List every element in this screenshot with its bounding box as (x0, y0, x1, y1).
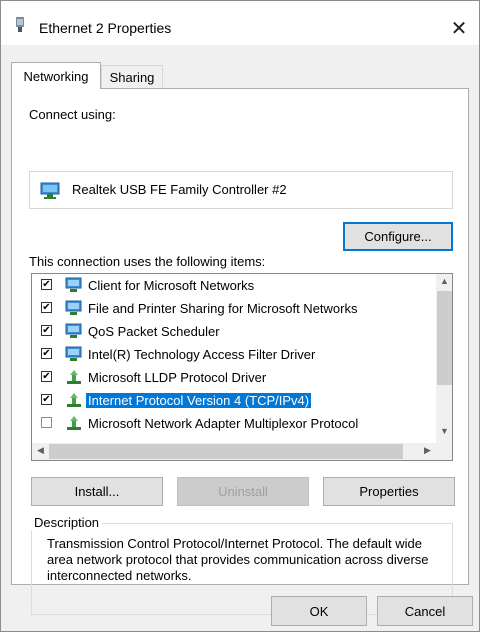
list-item[interactable]: ✔ Internet Protocol Version 4 (TCP/IPv4) (32, 389, 436, 412)
networking-panel: Connect using: Realtek USB FE Family Con… (11, 88, 469, 615)
network-service-icon (65, 300, 82, 315)
item-label: Client for Microsoft Networks (88, 278, 255, 293)
window-title: Ethernet 2 Properties (39, 20, 172, 36)
list-item[interactable]: ✔ QoS Packet Scheduler (32, 320, 436, 343)
item-label-selected: Internet Protocol Version 4 (TCP/IPv4) (86, 393, 312, 408)
tab-sharing[interactable]: Sharing (101, 65, 163, 88)
install-button[interactable]: Install... (31, 477, 163, 506)
items-label: This connection uses the following items… (29, 254, 266, 269)
properties-dialog: Ethernet 2 Properties ✕ Networking Shari… (0, 0, 480, 632)
network-service-icon (65, 323, 82, 338)
vertical-scrollbar[interactable]: ▲ ▼ (436, 274, 452, 442)
item-label: Microsoft Network Adapter Multiplexor Pr… (88, 416, 359, 431)
item-checkbox[interactable]: ✔ (41, 348, 52, 359)
item-label: Microsoft LLDP Protocol Driver (88, 370, 267, 385)
item-checkbox[interactable]: ✔ (41, 302, 52, 313)
configure-button[interactable]: Configure... (343, 222, 453, 251)
adapter-field: Realtek USB FE Family Controller #2 (29, 171, 453, 209)
item-checkbox[interactable]: ✔ (41, 394, 52, 405)
uninstall-button[interactable]: Uninstall (177, 477, 309, 506)
connect-using-label: Connect using: (29, 107, 116, 122)
item-label: QoS Packet Scheduler (88, 324, 220, 339)
list-item[interactable]: ✔ File and Printer Sharing for Microsoft… (32, 297, 436, 320)
horizontal-scroll-thumb[interactable] (49, 444, 403, 459)
protocol-icon (67, 370, 81, 384)
item-checkbox[interactable]: ✔ (41, 279, 52, 290)
close-button[interactable]: ✕ (445, 14, 473, 42)
protocol-icon (67, 416, 81, 430)
item-checkbox[interactable] (41, 417, 52, 428)
vertical-scroll-thumb[interactable] (437, 291, 452, 385)
components-list[interactable]: ✔ Client for Microsoft Networks ✔ File a… (31, 273, 453, 461)
item-label: File and Printer Sharing for Microsoft N… (88, 301, 358, 316)
scroll-down-icon[interactable]: ▼ (436, 426, 452, 436)
item-checkbox[interactable]: ✔ (41, 325, 52, 336)
description-text: Transmission Control Protocol/Internet P… (47, 536, 429, 583)
tab-networking[interactable]: Networking (11, 62, 101, 89)
network-card-icon (40, 182, 60, 199)
horizontal-scrollbar[interactable]: ◀ ▶ (32, 443, 436, 460)
properties-button[interactable]: Properties (323, 477, 455, 506)
adapter-name: Realtek USB FE Family Controller #2 (72, 182, 287, 197)
list-item[interactable]: ✔ Microsoft LLDP Protocol Driver (32, 366, 436, 389)
network-client-icon (65, 277, 82, 292)
item-label: Intel(R) Technology Access Filter Driver (88, 347, 316, 362)
network-adapter-icon (16, 17, 24, 32)
scrollbar-corner (436, 442, 452, 460)
list-item[interactable]: ✔ Client for Microsoft Networks (32, 274, 436, 297)
close-icon: ✕ (450, 17, 468, 40)
cancel-button[interactable]: Cancel (377, 596, 473, 626)
list-item[interactable]: Microsoft Network Adapter Multiplexor Pr… (32, 412, 436, 435)
scroll-left-icon[interactable]: ◀ (32, 445, 49, 456)
network-service-icon (65, 346, 82, 361)
ok-button[interactable]: OK (271, 596, 367, 626)
scroll-up-icon[interactable]: ▲ (436, 276, 452, 286)
dialog-client-area: Networking Sharing Connect using: Realte… (1, 45, 479, 631)
title-bar: Ethernet 2 Properties ✕ (1, 1, 479, 45)
protocol-icon (67, 393, 81, 407)
item-checkbox[interactable]: ✔ (41, 371, 52, 382)
description-legend: Description (31, 515, 103, 530)
list-item[interactable]: ✔ Intel(R) Technology Access Filter Driv… (32, 343, 436, 366)
scroll-right-icon[interactable]: ▶ (419, 445, 436, 456)
